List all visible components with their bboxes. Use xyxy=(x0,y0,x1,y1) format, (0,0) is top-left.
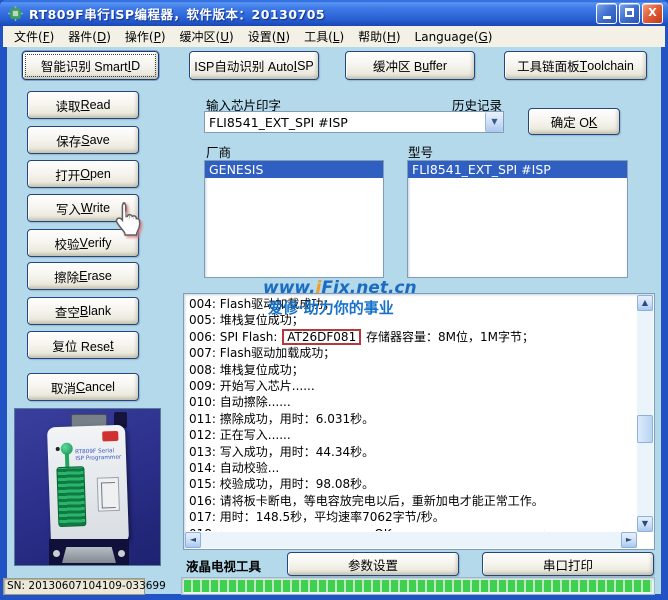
serial-print-button[interactable]: 串口打印 xyxy=(482,552,654,576)
lcd-tools-label: 液晶电视工具 xyxy=(186,559,262,574)
write-button[interactable]: 写入 Write xyxy=(27,194,139,222)
model-list[interactable]: FLI8541_EXT_SPI #ISP xyxy=(407,160,628,278)
scroll-left-icon[interactable]: ◄ xyxy=(185,532,201,548)
title-bar[interactable]: RT809F串行ISP编程器，软件版本：20130705 X xyxy=(0,0,668,26)
verify-button[interactable]: 校验 Verify xyxy=(27,229,139,257)
menu-file[interactable]: 文件(F) xyxy=(7,26,61,47)
scroll-right-icon[interactable]: ► xyxy=(621,532,637,548)
log-line: 018: >────────────────────OK────────────… xyxy=(189,526,636,531)
zif-socket xyxy=(56,466,87,528)
log-line: 008: 堆栈复位成功； xyxy=(189,362,304,377)
menu-device[interactable]: 器件(D) xyxy=(61,26,118,47)
app-icon xyxy=(8,5,23,21)
param-settings-button[interactable]: 参数设置 xyxy=(287,552,459,576)
blank-button[interactable]: 查空 Blank xyxy=(27,297,139,325)
chevron-down-icon[interactable]: ▼ xyxy=(485,112,503,132)
chip-combo[interactable]: ▼ xyxy=(204,111,504,133)
device-diagram xyxy=(96,476,120,512)
list-item[interactable]: FLI8541_EXT_SPI #ISP xyxy=(408,161,627,178)
list-item[interactable]: GENESIS xyxy=(205,161,383,178)
device-label-text: RT809F Serial ISP Programmer xyxy=(74,447,122,463)
log-line: 016: 请将板卡断电，等电容放完电以后，重新加电才能正常工作。 xyxy=(189,493,544,508)
log-line: 011: 擦除成功，用时：6.031秒。 xyxy=(189,411,375,426)
smartid-button[interactable]: 智能识别 Smart I D xyxy=(22,51,159,80)
log-line: 017: 用时：148.5秒，平均速率7062字节/秒。 xyxy=(189,510,445,525)
log-text: 004: Flash驱动加载成功； 005: 堆栈复位成功； 006: SPI … xyxy=(186,296,636,531)
scroll-down-icon[interactable]: ▼ xyxy=(637,516,653,532)
vga-screw xyxy=(53,550,60,557)
manufacturer-label: 厂商 xyxy=(206,145,232,160)
log-line: 004: Flash驱动加载成功； xyxy=(189,297,336,311)
menu-operate[interactable]: 操作(P) xyxy=(118,26,173,47)
device-logo xyxy=(102,430,119,442)
open-button[interactable]: 打开 Open xyxy=(27,160,139,188)
log-line: 013: 写入成功，用时：44.34秒。 xyxy=(189,444,375,459)
vga-plug xyxy=(62,547,116,563)
menu-help[interactable]: 帮助(H) xyxy=(351,26,407,47)
close-button[interactable]: X xyxy=(642,2,663,24)
minimize-button[interactable] xyxy=(596,2,617,24)
log-line: 005: 堆栈复位成功； xyxy=(189,313,304,328)
ok-button[interactable]: 确定 OK xyxy=(528,108,620,135)
reset-button[interactable]: 复位 Rese t xyxy=(27,331,139,359)
device-photo: RT809F Serial ISP Programmer xyxy=(14,408,161,566)
maximize-button[interactable] xyxy=(619,2,640,24)
scrollbar-thumb[interactable] xyxy=(637,415,653,443)
menu-buffer[interactable]: 缓冲区(U) xyxy=(173,26,241,47)
close-icon: X xyxy=(648,5,657,19)
menu-language[interactable]: Language(G) xyxy=(408,28,500,46)
buffer-button[interactable]: 缓冲区 Bu ffer xyxy=(345,51,475,80)
vga-connector xyxy=(49,539,129,565)
device-body: RT809F Serial ISP Programmer xyxy=(46,424,130,546)
log-line: 010: 自动擦除...... xyxy=(189,395,291,410)
progress-bar xyxy=(181,577,655,595)
vertical-scrollbar[interactable]: ▲ ▼ xyxy=(637,295,653,532)
menu-tools[interactable]: 工具(L) xyxy=(297,26,351,47)
log-line: 014: 自动校验... xyxy=(189,461,280,476)
window-title: RT809F串行ISP编程器，软件版本：20130705 xyxy=(29,6,326,22)
save-button[interactable]: 保存 Save xyxy=(27,126,139,154)
menu-bar: 文件(F) 器件(D) 操作(P) 缓冲区(U) 设置(N) 工具(L) 帮助(… xyxy=(3,26,665,47)
cancel-button[interactable]: 取消 Cancel xyxy=(27,373,139,401)
autoisp-button[interactable]: ISP自动识别 Auto I SP xyxy=(189,51,319,80)
menu-settings[interactable]: 设置(N) xyxy=(241,26,297,47)
log-line: 009: 开始写入芯片...... xyxy=(189,379,315,394)
vga-screw xyxy=(118,550,125,557)
log-line: 015: 校验成功，用时：98.08秒。 xyxy=(189,477,375,492)
scroll-up-icon[interactable]: ▲ xyxy=(637,295,653,311)
toolchain-button[interactable]: 工具链面板 Toolchain xyxy=(504,51,647,80)
erase-button[interactable]: 擦除 Erase xyxy=(27,262,139,290)
log-line: 012: 正在写入...... xyxy=(189,428,291,443)
serial-number-status: SN: 20130607104109-033699 xyxy=(3,578,166,595)
manufacturer-list[interactable]: GENESIS xyxy=(204,160,384,278)
app-window: RT809F串行ISP编程器，软件版本：20130705 X 文件(F) 器件(… xyxy=(0,0,668,600)
progress-fill xyxy=(184,580,652,592)
log-line: 007: Flash驱动加载成功； xyxy=(189,346,336,361)
model-label: 型号 xyxy=(408,145,434,160)
maximize-icon xyxy=(625,7,634,17)
device-led xyxy=(55,446,60,452)
log-panel: 004: Flash驱动加载成功； 005: 堆栈复位成功； 006: SPI … xyxy=(183,293,655,550)
read-button[interactable]: 读取 Read xyxy=(27,91,139,119)
minimize-icon xyxy=(602,15,611,19)
chip-input[interactable] xyxy=(205,112,485,132)
horizontal-scrollbar[interactable]: ◄ ► xyxy=(185,532,637,548)
log-line: 006: SPI Flash: AT26DF081 存储器容量：8M位，1M字节… xyxy=(189,328,535,345)
